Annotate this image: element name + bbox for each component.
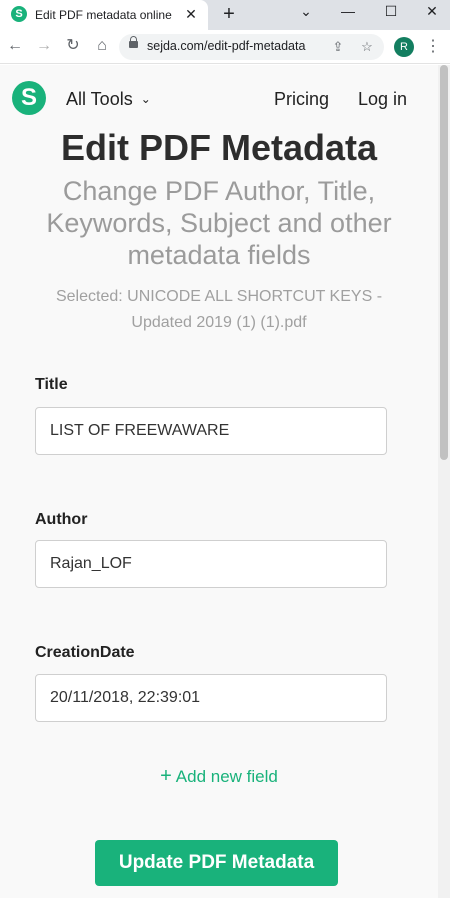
author-label: Author bbox=[35, 511, 88, 528]
share-icon[interactable]: ⇪ bbox=[328, 37, 348, 57]
address-bar[interactable]: sejda.com/edit-pdf-metadata ⇪ ☆ bbox=[119, 34, 384, 60]
minimize-button[interactable]: — bbox=[334, 0, 362, 30]
title-label: Title bbox=[35, 376, 68, 393]
title-input[interactable]: LIST OF FREEWAWARE bbox=[35, 407, 387, 455]
sejda-favicon-icon: S bbox=[11, 6, 27, 22]
url-text[interactable]: sejda.com/edit-pdf-metadata bbox=[147, 39, 322, 53]
page-title: Edit PDF Metadata bbox=[60, 127, 378, 168]
back-icon[interactable]: ← bbox=[4, 35, 26, 57]
browser-menu-icon[interactable]: ⋮ bbox=[425, 36, 441, 58]
page-scrollbar[interactable] bbox=[438, 65, 450, 898]
tab-strip: S Edit PDF metadata online ✕ + ⌄ — ☐ ✕ bbox=[0, 0, 450, 30]
page-subtitle: Change PDF Author, Title, Keywords, Subj… bbox=[46, 176, 392, 270]
browser-toolbar: ← → ↻ ⌂ sejda.com/edit-pdf-metadata ⇪ ☆ … bbox=[0, 30, 450, 64]
browser-tab[interactable]: S Edit PDF metadata online ✕ bbox=[0, 0, 208, 30]
add-field-label: Add new field bbox=[175, 767, 278, 786]
lock-icon[interactable] bbox=[129, 36, 138, 48]
page-content: S All Tools ⌄ Pricing Log in Edit PDF Met… bbox=[0, 65, 438, 898]
tab-title: Edit PDF metadata online bbox=[35, 8, 172, 22]
add-new-field-link[interactable]: + Add new field bbox=[0, 765, 438, 788]
all-tools-menu[interactable]: All Tools ⌄ bbox=[66, 89, 151, 110]
creationdate-input[interactable]: 20/11/2018, 22:39:01 bbox=[35, 674, 387, 722]
sejda-logo[interactable]: S bbox=[12, 81, 46, 115]
scrollbar-thumb[interactable] bbox=[440, 65, 448, 460]
all-tools-label: All Tools bbox=[66, 89, 133, 109]
home-icon[interactable]: ⌂ bbox=[91, 35, 113, 57]
tab-search-icon[interactable]: ⌄ bbox=[292, 0, 320, 30]
maximize-button[interactable]: ☐ bbox=[377, 0, 405, 30]
bookmark-star-icon[interactable]: ☆ bbox=[357, 37, 377, 57]
new-tab-button[interactable]: + bbox=[218, 3, 240, 25]
plus-icon: + bbox=[160, 765, 172, 787]
reload-icon[interactable]: ↻ bbox=[62, 35, 84, 57]
selected-file-text: Selected: UNICODE ALL SHORTCUT KEYS - Up… bbox=[55, 288, 383, 331]
login-link[interactable]: Log in bbox=[358, 89, 407, 110]
update-pdf-metadata-button[interactable]: Update PDF Metadata bbox=[95, 840, 338, 886]
creationdate-label: CreationDate bbox=[35, 644, 135, 661]
chevron-down-icon: ⌄ bbox=[140, 92, 151, 106]
tab-close-icon[interactable]: ✕ bbox=[183, 5, 199, 23]
author-input[interactable]: Rajan_LOF bbox=[35, 540, 387, 588]
forward-icon[interactable]: → bbox=[33, 35, 55, 57]
close-window-button[interactable]: ✕ bbox=[418, 0, 446, 30]
pricing-link[interactable]: Pricing bbox=[274, 89, 329, 110]
profile-avatar[interactable]: R bbox=[394, 37, 414, 57]
